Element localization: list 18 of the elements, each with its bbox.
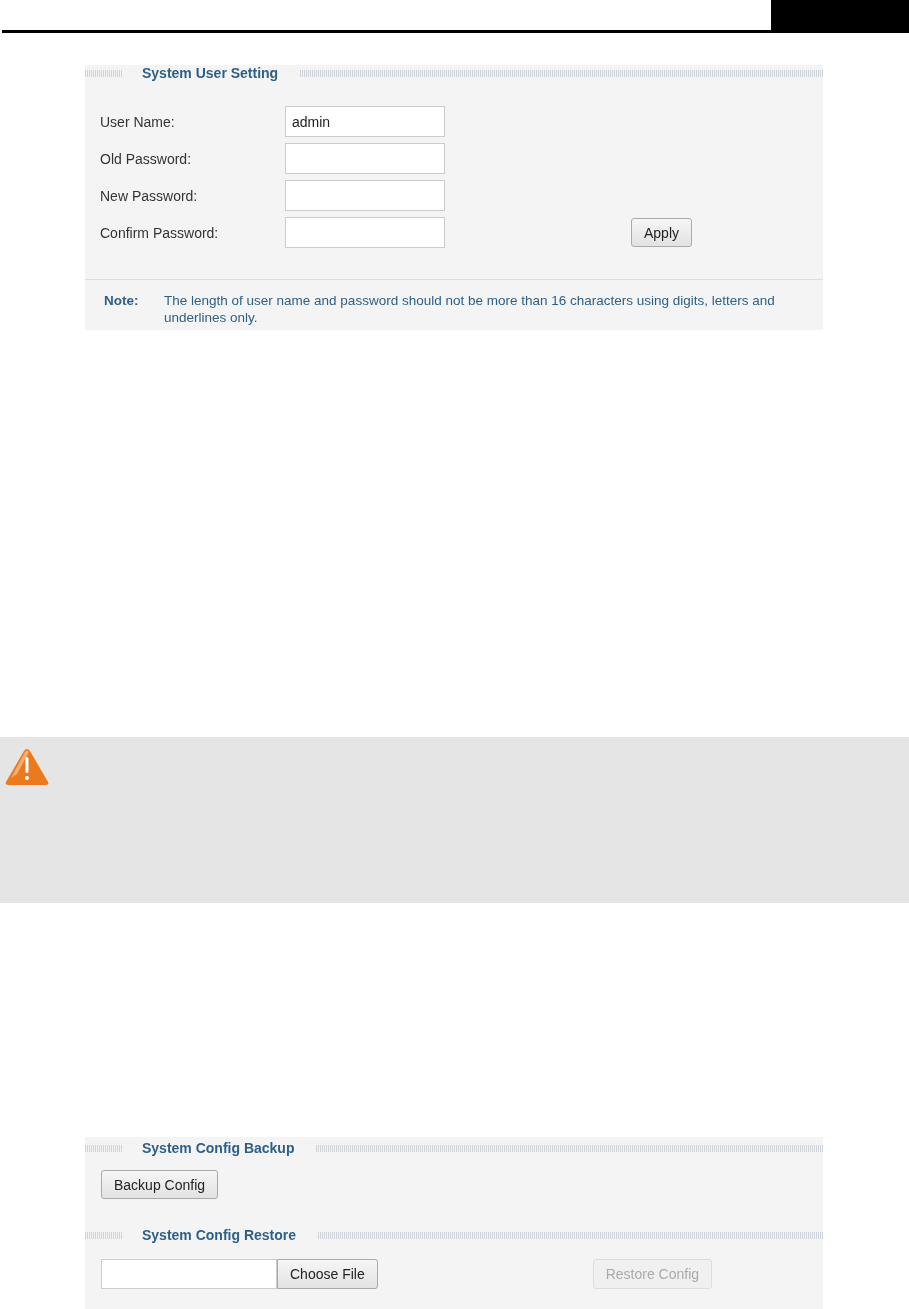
- choose-file-button[interactable]: Choose File: [277, 1259, 378, 1289]
- warning-icon: [5, 748, 49, 786]
- input-field[interactable]: [285, 180, 445, 211]
- note-label: Note:: [104, 292, 140, 310]
- field-label: User Name:: [100, 113, 176, 130]
- apply-button[interactable]: Apply: [631, 218, 693, 247]
- section-title: System Config Restore: [142, 1227, 297, 1243]
- input-field[interactable]: admin: [285, 106, 445, 137]
- section-title: System Config Backup: [142, 1140, 295, 1156]
- input-field[interactable]: [285, 217, 445, 248]
- note-text: The length of user name and password should not be more than 16 characters using digits, letters and underlines only.: [164, 292, 776, 326]
- field-label: Old Password:: [100, 150, 193, 167]
- section-title: System User Setting: [142, 65, 279, 81]
- backup-button[interactable]: Backup Config: [101, 1170, 219, 1199]
- file-path-field[interactable]: [101, 1259, 277, 1289]
- field-label: Confirm Password:: [100, 224, 220, 241]
- field-label: New Password:: [100, 187, 199, 204]
- input-field[interactable]: [285, 143, 445, 174]
